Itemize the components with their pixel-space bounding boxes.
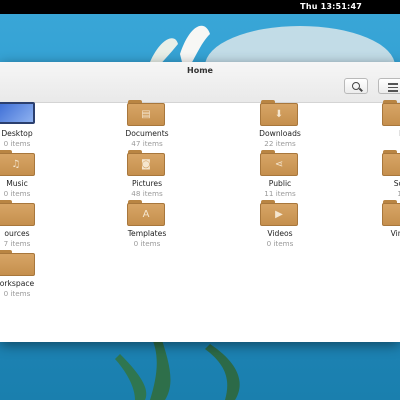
item-count: 0 items (133, 239, 161, 248)
template-icon: A (127, 200, 165, 226)
item-label: Videos (267, 229, 293, 238)
folder-icon (382, 150, 400, 176)
search-button[interactable] (344, 78, 368, 94)
item-label: orkspace (0, 279, 35, 288)
share-icon: ⋖ (260, 150, 298, 176)
item-count: 48 items (131, 189, 163, 198)
item-label: Pictures (131, 179, 163, 188)
item-label: D (362, 129, 400, 138)
music-icon: ♫ (0, 150, 35, 176)
document-icon: ▤ (127, 100, 165, 126)
item-count: 11 items (264, 189, 296, 198)
folder-icon (382, 200, 400, 226)
item-count: 0 items (266, 239, 294, 248)
item-label: Music (6, 179, 28, 188)
item-count: 6 (362, 139, 400, 148)
item-label: Templates (127, 229, 167, 238)
download-icon: ⬇ (260, 100, 298, 126)
folder-icon (0, 250, 35, 276)
item-count: 16 (397, 189, 400, 198)
item-count: 0 items (3, 139, 31, 148)
camera-icon: ◙ (127, 150, 165, 176)
search-icon (352, 82, 360, 90)
item-count: 0 items (3, 289, 31, 298)
window-title: Home (187, 66, 213, 75)
item-label: Downloads (259, 129, 301, 138)
menu-button[interactable] (378, 78, 400, 94)
menu-icon (388, 83, 398, 94)
folder-icon (0, 200, 35, 226)
item-count: 1 (362, 239, 400, 248)
desktop-icon (0, 100, 35, 126)
file-manager-window: Home Desktop 0 items ▤ Documents 47 item… (0, 62, 400, 342)
item-count: 22 items (264, 139, 296, 148)
top-panel: Thu 13:51:47 (0, 0, 400, 14)
video-icon: ▶ (260, 200, 298, 226)
item-label: Desktop (1, 129, 33, 138)
folder-icon (382, 100, 400, 126)
item-count: 47 items (131, 139, 163, 148)
item-label: ources (4, 229, 30, 238)
item-label: Documents (125, 129, 169, 138)
item-count: 7 items (3, 239, 31, 248)
item-label: Public (268, 179, 292, 188)
item-label: Virtua (390, 229, 400, 238)
clock[interactable]: Thu 13:51:47 (300, 2, 362, 11)
item-label: Scre (393, 179, 400, 188)
title-bar: Home (0, 62, 400, 103)
item-count: 0 items (3, 189, 31, 198)
